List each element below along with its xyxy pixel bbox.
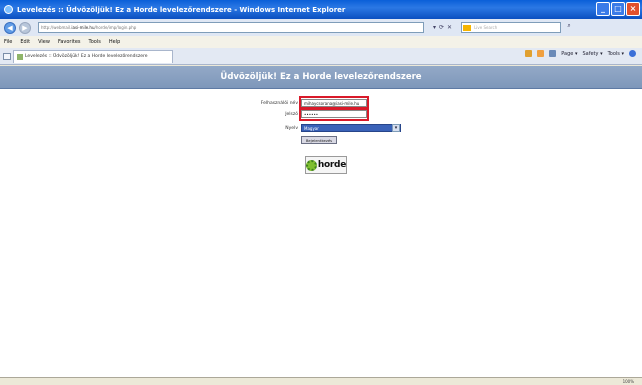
horde-logo-text: horde bbox=[317, 160, 346, 170]
tools-menu[interactable]: Tools ▾ bbox=[608, 51, 624, 57]
browser-window: Levelezés :: Üdvözöljük! Ez a Horde leve… bbox=[0, 0, 642, 385]
feeds-icon[interactable] bbox=[537, 50, 545, 57]
url-input[interactable]: http://webmail. iasi-mile.hu /horde/imp/… bbox=[38, 22, 424, 33]
search-placeholder: Live Search bbox=[474, 25, 498, 30]
ie-logo-icon bbox=[4, 5, 13, 14]
page-menu[interactable]: Page ▾ bbox=[561, 51, 577, 57]
username-label: Felhasználói név bbox=[260, 100, 298, 106]
menu-favorites[interactable]: Favorites bbox=[58, 39, 81, 45]
page-content: Üdvözöljük! Ez a Horde levelezőrendszere… bbox=[0, 66, 642, 377]
url-prefix: http://webmail. bbox=[41, 25, 72, 30]
refresh-icon[interactable]: ⟳ bbox=[439, 24, 444, 31]
password-highlight bbox=[299, 107, 369, 121]
status-bar: 100% bbox=[0, 377, 642, 385]
menu-edit[interactable]: Edit bbox=[20, 39, 30, 45]
chevron-down-icon[interactable]: ▾ bbox=[392, 124, 400, 132]
home-icon[interactable] bbox=[525, 50, 533, 57]
tab-levelezes[interactable]: Levelezés :: Üdvözöljük! Ez a Horde leve… bbox=[13, 49, 173, 63]
stop-icon[interactable]: ✕ bbox=[447, 24, 452, 31]
dropdown-icon[interactable]: ▾ bbox=[433, 24, 436, 31]
menu-help[interactable]: Help bbox=[109, 39, 120, 45]
title-bar: Levelezés :: Üdvözöljük! Ez a Horde leve… bbox=[0, 0, 642, 19]
tab-label: Levelezés :: Üdvözöljük! Ez a Horde leve… bbox=[25, 54, 148, 59]
password-label: Jelszó bbox=[285, 111, 298, 117]
language-label: Nyelv bbox=[285, 125, 298, 131]
language-select[interactable]: Magyar ▾ bbox=[301, 124, 401, 132]
minimize-button[interactable]: _ bbox=[596, 2, 610, 16]
menu-file[interactable]: File bbox=[4, 39, 12, 45]
zoom-level[interactable]: 100% bbox=[623, 379, 634, 384]
favorites-center-icon[interactable] bbox=[3, 52, 11, 60]
command-bar: Page ▾ Safety ▾ Tools ▾ bbox=[525, 50, 636, 57]
horde-logo: horde bbox=[305, 156, 347, 174]
forward-button[interactable]: ▶ bbox=[19, 21, 31, 34]
menu-tools[interactable]: Tools bbox=[89, 39, 101, 45]
print-icon[interactable] bbox=[549, 50, 557, 57]
search-icon[interactable]: ⌕ bbox=[564, 22, 574, 33]
safety-menu[interactable]: Safety ▾ bbox=[582, 51, 602, 57]
maximize-button[interactable]: □ bbox=[611, 2, 625, 16]
live-search-icon bbox=[463, 25, 472, 31]
page-banner: Üdvözöljük! Ez a Horde levelezőrendszere bbox=[0, 66, 642, 89]
page-favicon-icon bbox=[17, 53, 23, 60]
horde-gear-icon bbox=[306, 159, 317, 171]
back-button[interactable]: ◀ bbox=[4, 21, 16, 34]
address-bar: ◀ ▶ http://webmail. iasi-mile.hu /horde/… bbox=[0, 19, 642, 36]
search-input[interactable]: Live Search bbox=[461, 22, 562, 33]
window-title: Levelezés :: Üdvözöljük! Ez a Horde leve… bbox=[17, 5, 346, 14]
login-button[interactable]: Bejelentkezés bbox=[301, 136, 337, 144]
close-button[interactable]: × bbox=[626, 2, 640, 16]
language-value: Magyar bbox=[304, 125, 319, 131]
menu-view[interactable]: View bbox=[38, 39, 50, 45]
help-icon[interactable] bbox=[629, 50, 636, 57]
url-path: /horde/imp/login.php bbox=[94, 25, 137, 30]
url-host: iasi-mile.hu bbox=[71, 25, 95, 30]
menu-bar: File Edit View Favorites Tools Help bbox=[0, 36, 642, 48]
